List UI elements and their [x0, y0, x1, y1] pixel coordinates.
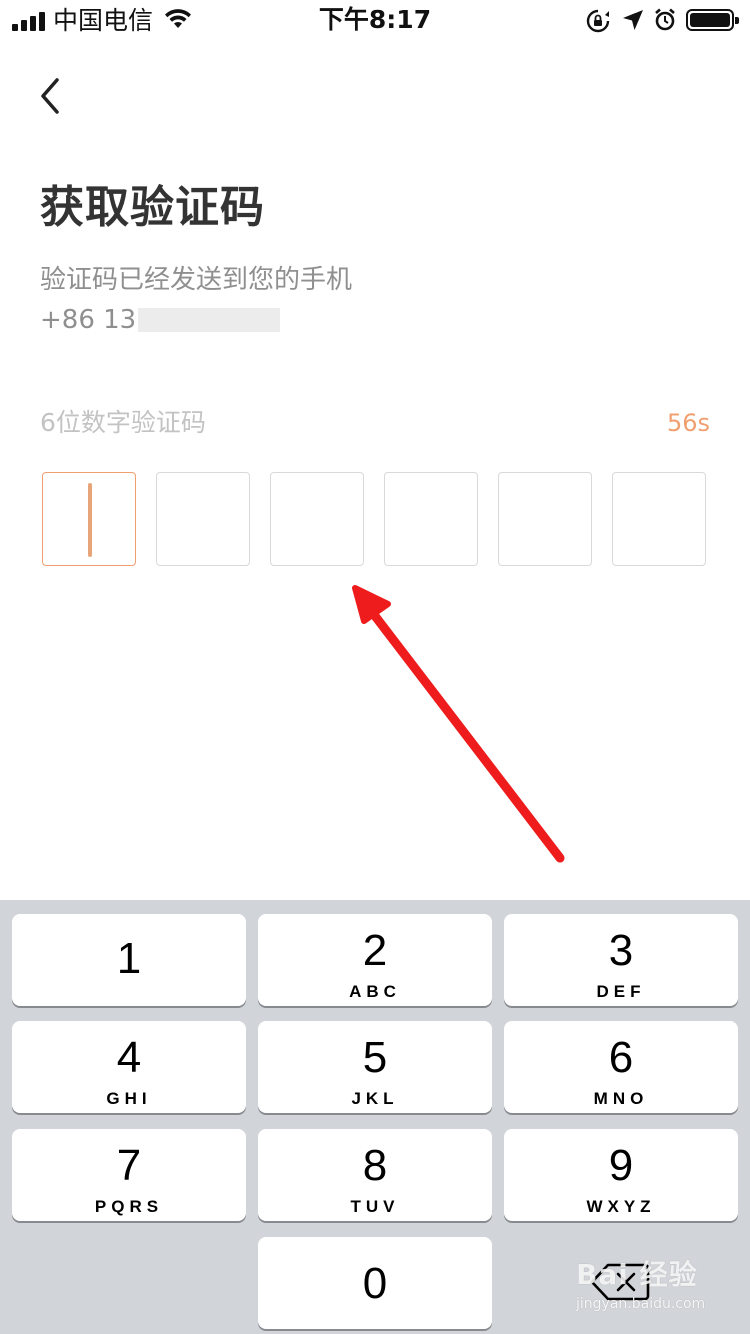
- key-8[interactable]: 8 TUV: [258, 1129, 492, 1221]
- key-digit: 1: [116, 934, 142, 983]
- code-digit-box[interactable]: [270, 472, 364, 566]
- key-letters: PQRS: [94, 1197, 164, 1216]
- page-title: 获取验证码: [40, 182, 265, 233]
- key-7[interactable]: 7 PQRS: [12, 1129, 246, 1221]
- key-digit: 8: [362, 1141, 388, 1190]
- key-digit: 3: [608, 926, 634, 975]
- key-1[interactable]: 1: [12, 914, 246, 1006]
- code-digit-box[interactable]: [42, 472, 136, 566]
- key-5[interactable]: 5 JKL: [258, 1021, 492, 1113]
- key-digit: 2: [362, 926, 388, 975]
- rotation-lock-icon: [586, 9, 610, 33]
- status-bar: 中国电信 下午8:17: [0, 0, 750, 40]
- phone-number-prefix: +86 13: [40, 305, 137, 335]
- verification-code-input[interactable]: [42, 472, 708, 568]
- key-9[interactable]: 9 WXYZ: [504, 1129, 738, 1221]
- key-0[interactable]: 0: [258, 1237, 492, 1329]
- watermark-brand: Bai 经验: [576, 1258, 698, 1291]
- key-6[interactable]: 6 MNO: [504, 1021, 738, 1113]
- key-digit: 9: [608, 1141, 634, 1190]
- code-digit-box[interactable]: [498, 472, 592, 566]
- alarm-icon: [655, 8, 675, 31]
- chevron-left-icon: [41, 78, 59, 114]
- key-letters: GHI: [106, 1089, 152, 1108]
- sent-notice: 验证码已经发送到您的手机: [40, 265, 353, 295]
- key-letters: JKL: [351, 1089, 399, 1108]
- key-letters: MNO: [593, 1089, 649, 1108]
- key-digit: 6: [608, 1033, 634, 1082]
- baidu-jingyan-watermark: Bai 经验 jingyan.baidu.com: [576, 1258, 736, 1318]
- resend-countdown: 56s: [666, 409, 710, 437]
- battery-icon: [686, 9, 739, 31]
- key-digit: 5: [362, 1033, 388, 1082]
- watermark-url: jingyan.baidu.com: [576, 1296, 706, 1312]
- key-3[interactable]: 3 DEF: [504, 914, 738, 1006]
- key-letters: DEF: [596, 982, 646, 1001]
- code-digit-box[interactable]: [156, 472, 250, 566]
- location-icon: [623, 10, 643, 30]
- key-2[interactable]: 2 ABC: [258, 914, 492, 1006]
- back-button[interactable]: [30, 74, 74, 118]
- phone-number: +86 13: [40, 302, 280, 338]
- redacted-phone-mask: [138, 308, 280, 332]
- code-digit-box[interactable]: [384, 472, 478, 566]
- code-placeholder-label: 6位数字验证码: [40, 408, 206, 437]
- key-digit: 4: [116, 1033, 142, 1082]
- code-digit-box[interactable]: [612, 472, 706, 566]
- key-letters: ABC: [349, 982, 401, 1001]
- key-4[interactable]: 4 GHI: [12, 1021, 246, 1113]
- key-digit: 0: [362, 1259, 388, 1308]
- key-digit: 7: [116, 1141, 142, 1190]
- key-letters: WXYZ: [586, 1197, 656, 1216]
- text-cursor: [88, 483, 92, 557]
- annotation-arrow-icon: [352, 585, 565, 863]
- key-letters: TUV: [350, 1197, 400, 1216]
